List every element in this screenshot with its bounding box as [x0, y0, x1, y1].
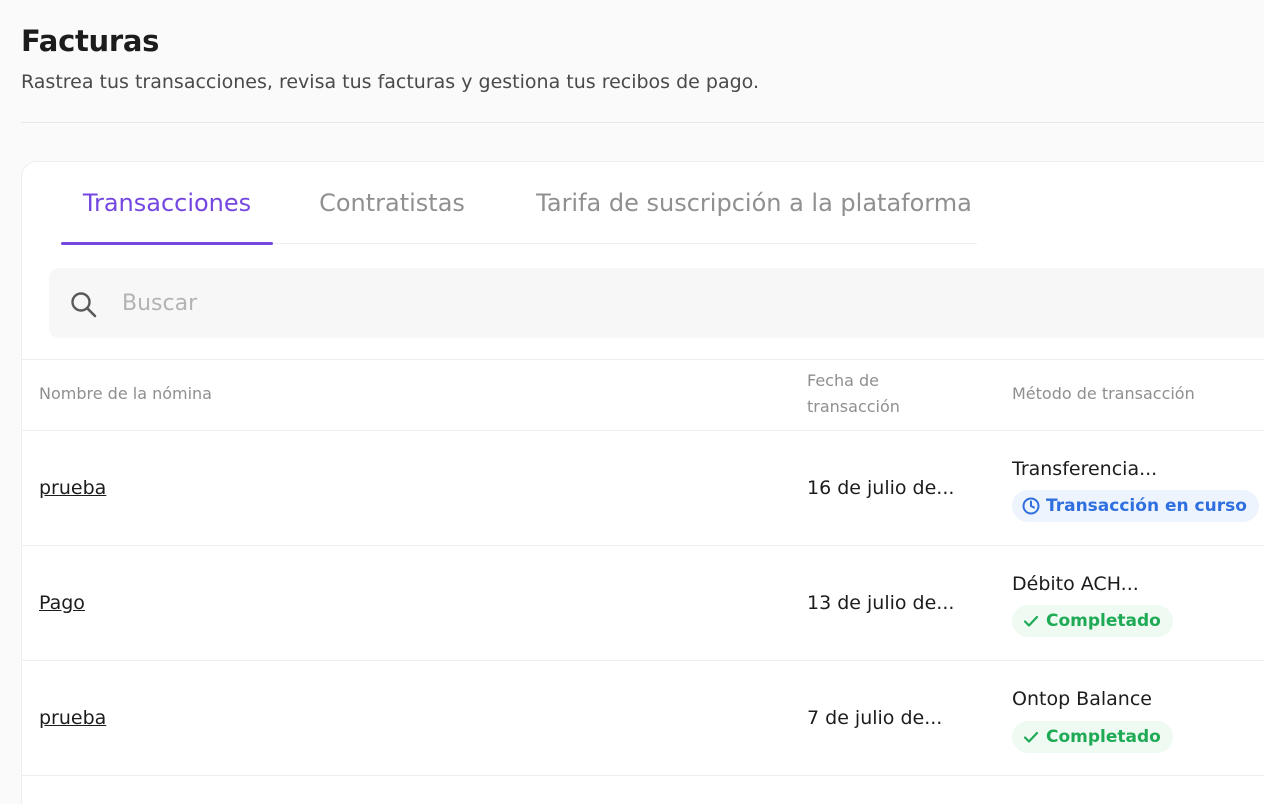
- transaction-method: Débito ACH...: [1012, 573, 1139, 595]
- column-header-method[interactable]: Método de transacción: [1012, 381, 1195, 407]
- table-divider: [22, 359, 1264, 360]
- status-badge: Completado: [1012, 721, 1173, 753]
- tab-bar: Transacciones Contratistas Tarifa de sus…: [61, 162, 977, 245]
- transaction-method: Ontop Balance: [1012, 688, 1152, 710]
- check-icon: [1023, 731, 1039, 743]
- payroll-name-link[interactable]: prueba: [39, 707, 106, 729]
- invoices-card: Transacciones Contratistas Tarifa de sus…: [21, 161, 1264, 804]
- status-label: Transacción en curso: [1046, 496, 1247, 516]
- status-badge: Transacción en curso: [1012, 490, 1259, 522]
- tab-platform-subscription[interactable]: Tarifa de suscripción a la plataforma: [531, 162, 977, 244]
- row-divider: [22, 660, 1264, 661]
- header-divider: [21, 122, 1264, 123]
- clock-icon: [1022, 497, 1040, 515]
- status-label: Completado: [1046, 727, 1161, 747]
- column-header-date[interactable]: Fecha de transacción: [807, 368, 947, 420]
- search-bar: [49, 268, 1264, 338]
- status-badge: Completado: [1012, 605, 1173, 637]
- payroll-name-link[interactable]: Pago: [39, 592, 85, 614]
- row-divider: [22, 430, 1264, 431]
- transaction-date: 16 de julio de...: [807, 477, 955, 499]
- page-subtitle: Rastrea tus transacciones, revisa tus fa…: [21, 71, 760, 93]
- status-label: Completado: [1046, 611, 1161, 631]
- payroll-name-link[interactable]: prueba: [39, 477, 106, 499]
- column-header-name[interactable]: Nombre de la nómina: [39, 381, 212, 407]
- row-divider: [22, 775, 1264, 776]
- tab-contractors[interactable]: Contratistas: [296, 162, 488, 244]
- row-divider: [22, 545, 1264, 546]
- check-icon: [1023, 615, 1039, 627]
- search-icon: [69, 290, 99, 320]
- page-title: Facturas: [21, 24, 160, 58]
- search-input[interactable]: [122, 283, 922, 323]
- transaction-method: Transferencia...: [1012, 458, 1158, 480]
- transaction-date: 7 de julio de...: [807, 707, 943, 729]
- transaction-date: 13 de julio de...: [807, 592, 955, 614]
- tab-transactions[interactable]: Transacciones: [61, 162, 273, 245]
